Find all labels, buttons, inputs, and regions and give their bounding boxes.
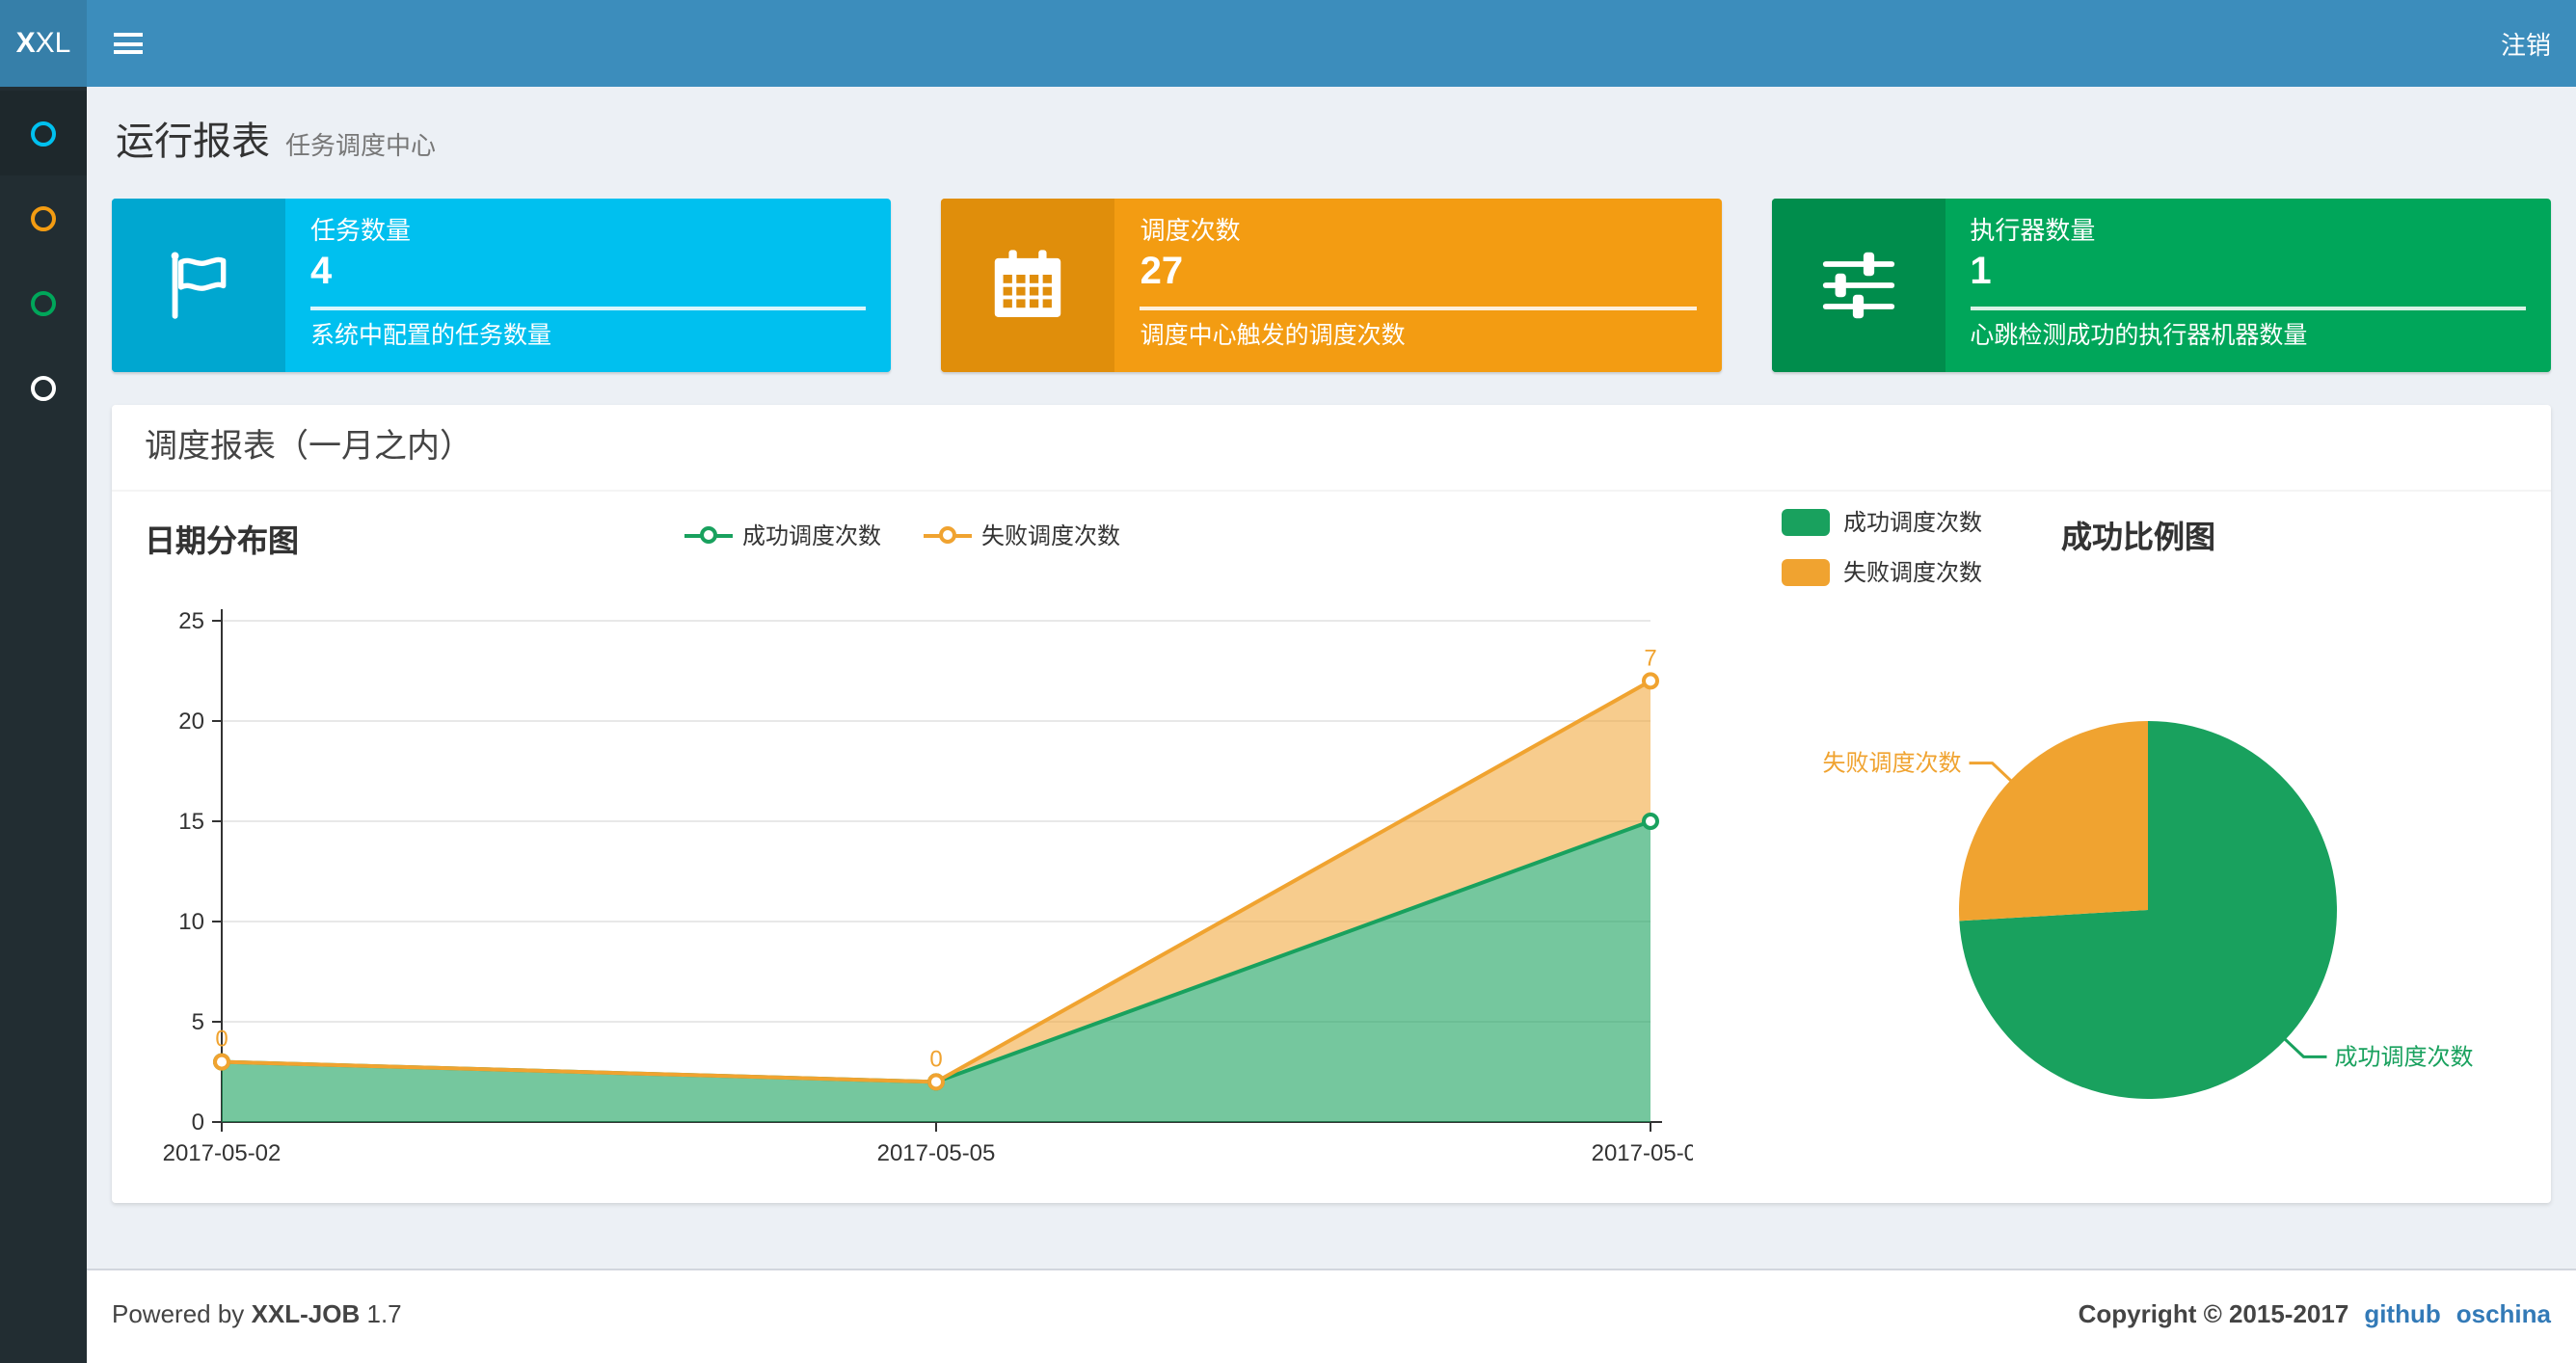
info-box-description: 调度中心触发的调度次数 <box>1140 322 1406 349</box>
app-root: X XL 注销 运行报表 任务调度中心 任务数量 4 系统中配置的任务数量 调度… <box>0 0 2576 1363</box>
page-subtitle: 任务调度中心 <box>285 131 437 160</box>
page-title: 运行报表 <box>116 121 270 164</box>
line-marker-icon <box>684 525 733 543</box>
panel-header: 调度报表（一月之内） <box>112 405 2551 492</box>
date-distribution-chart: 日期分布图 成功调度次数 失败调度次数 0 5 10 15 20 25 2017-05-02 2… <box>112 492 1770 1203</box>
circle-marker-icon <box>699 525 717 543</box>
legend-item[interactable]: 成功调度次数 <box>684 519 881 551</box>
svg-text:成功调度次数: 成功调度次数 <box>2334 1044 2473 1070</box>
panel-body: 日期分布图 成功调度次数 失败调度次数 0 5 10 15 20 25 2017-05-02 2… <box>112 492 2551 1203</box>
sidebar <box>0 87 87 1363</box>
logout-link[interactable]: 注销 <box>2501 0 2551 87</box>
line-chart-legend: 成功调度次数 失败调度次数 <box>112 519 1693 551</box>
pie-chart-legend: 成功调度次数 失败调度次数 <box>1782 505 1982 605</box>
swatch-icon <box>1782 558 1830 585</box>
info-box-description: 心跳检测成功的执行器机器数量 <box>1970 322 2308 349</box>
success-ratio-chart: 成功调度次数 失败调度次数 成功比例图 成功调度次数 失败调度次数 <box>1770 492 2551 1203</box>
info-box-task-count: 任务数量 4 系统中配置的任务数量 <box>112 199 892 372</box>
app-logo[interactable]: X XL <box>0 0 87 87</box>
circle-marker-icon <box>939 525 956 543</box>
sidebar-item-1[interactable] <box>0 91 87 175</box>
logo-bold-text: X <box>15 27 36 60</box>
sliders-icon <box>1771 199 1945 372</box>
top-navbar: X XL 注销 <box>0 0 2576 87</box>
info-box-value: 27 <box>1140 251 1184 293</box>
legend-label: 成功调度次数 <box>741 522 881 549</box>
legend-label: 成功调度次数 <box>1843 509 1983 536</box>
legend-label: 失败调度次数 <box>1843 559 1983 586</box>
footer-link-oschina[interactable]: oschina <box>2456 1299 2551 1328</box>
panel-title: 调度报表（一月之内） <box>145 428 472 465</box>
swatch-icon <box>1782 508 1830 535</box>
divider <box>1140 307 1697 310</box>
calendar-icon <box>941 199 1115 372</box>
powered-by-text: Powered by XXL-JOB 1.7 <box>112 1299 402 1334</box>
svg-text:0: 0 <box>215 1027 228 1053</box>
info-box-trigger-count: 调度次数 27 调度中心触发的调度次数 <box>941 199 1722 372</box>
divider <box>1970 307 2526 310</box>
footer-link-github[interactable]: github <box>2364 1299 2440 1328</box>
flag-icon <box>112 199 285 372</box>
svg-text:2017-05-02: 2017-05-02 <box>163 1140 282 1166</box>
circle-icon <box>31 290 56 315</box>
svg-text:7: 7 <box>1644 645 1656 671</box>
sidebar-item-3[interactable] <box>0 260 87 345</box>
stat-cards-row: 任务数量 4 系统中配置的任务数量 调度次数 27 调度中心触发的调度次数 执行… <box>112 199 2551 372</box>
hamburger-icon <box>113 28 142 59</box>
divider <box>310 307 867 310</box>
copyright-area: Copyright © 2015-2017 github oschina <box>2079 1299 2551 1334</box>
navbar: 注销 <box>87 0 2576 87</box>
info-box-content: 调度次数 27 调度中心触发的调度次数 <box>1115 199 1722 372</box>
legend-item[interactable]: 失败调度次数 <box>1782 555 1982 588</box>
page-footer: Powered by XXL-JOB 1.7 Copyright © 2015-… <box>87 1269 2576 1363</box>
powered-prefix: Powered by <box>112 1299 245 1328</box>
info-box-content: 执行器数量 1 心跳检测成功的执行器机器数量 <box>1945 199 2551 372</box>
line-chart-svg: 05101520252017-05-022017-05-052017-05-08… <box>163 608 1693 1166</box>
sidebar-item-2[interactable] <box>0 175 87 260</box>
svg-text:20: 20 <box>178 708 204 735</box>
svg-text:0: 0 <box>192 1109 204 1136</box>
circle-icon <box>31 120 56 146</box>
product-version: 1.7 <box>366 1299 402 1328</box>
legend-item[interactable]: 成功调度次数 <box>1782 505 1982 538</box>
logo-text: XL <box>35 27 71 60</box>
svg-text:25: 25 <box>178 608 204 634</box>
report-panel: 调度报表（一月之内） 日期分布图 成功调度次数 失败调度次数 0 5 10 15 20 25… <box>112 405 2551 1203</box>
svg-text:10: 10 <box>178 909 204 935</box>
svg-text:5: 5 <box>192 1009 204 1035</box>
page-header: 运行报表 任务调度中心 <box>116 114 2551 172</box>
copyright-text: Copyright © 2015-2017 <box>2078 1299 2349 1328</box>
svg-text:2017-05-08: 2017-05-08 <box>1592 1140 1693 1166</box>
svg-text:0: 0 <box>929 1046 942 1072</box>
legend-item[interactable]: 失败调度次数 <box>924 519 1120 551</box>
info-box-label: 任务数量 <box>310 216 412 245</box>
circle-icon <box>31 375 56 400</box>
sidebar-item-4[interactable] <box>0 345 87 430</box>
info-box-value: 1 <box>1970 251 1992 293</box>
info-box-value: 4 <box>310 251 333 293</box>
circle-icon <box>31 205 56 230</box>
sidebar-toggle-button[interactable] <box>87 0 168 87</box>
svg-text:15: 15 <box>178 809 204 835</box>
product-name: XXL-JOB <box>251 1299 361 1328</box>
info-box-description: 系统中配置的任务数量 <box>310 322 552 349</box>
content-wrapper: 运行报表 任务调度中心 任务数量 4 系统中配置的任务数量 调度次数 27 调度… <box>87 87 2576 1269</box>
line-marker-icon <box>924 525 972 543</box>
svg-text:2017-05-05: 2017-05-05 <box>877 1140 996 1166</box>
info-box-label: 调度次数 <box>1140 216 1241 245</box>
info-box-executor-count: 执行器数量 1 心跳检测成功的执行器机器数量 <box>1771 199 2551 372</box>
info-box-label: 执行器数量 <box>1970 216 2096 245</box>
info-box-content: 任务数量 4 系统中配置的任务数量 <box>285 199 892 372</box>
svg-text:失败调度次数: 失败调度次数 <box>1823 751 1962 777</box>
legend-label: 失败调度次数 <box>981 522 1121 549</box>
